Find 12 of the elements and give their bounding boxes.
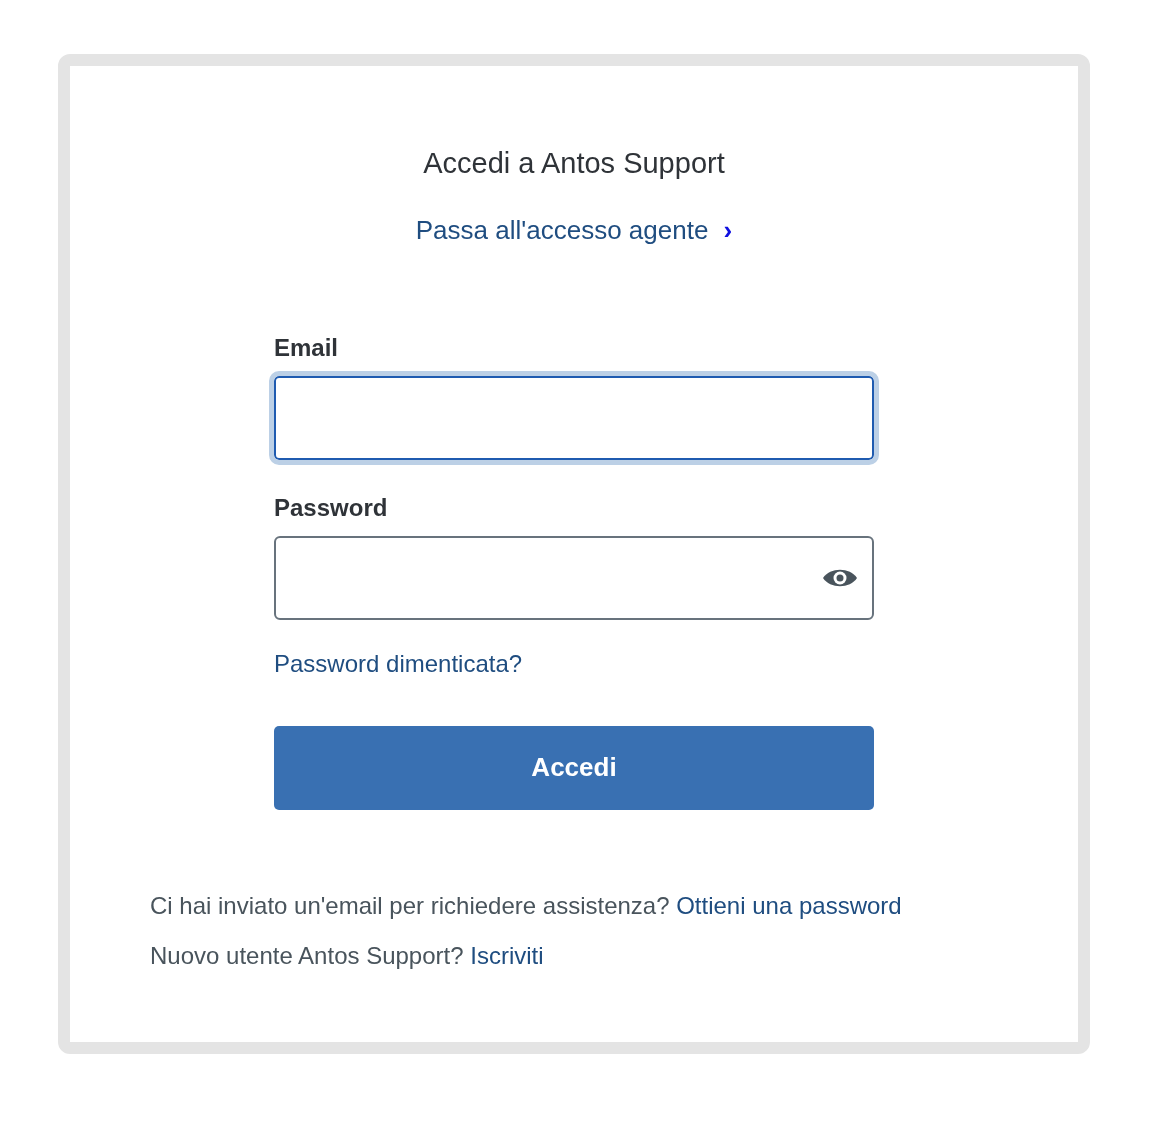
- footer-link[interactable]: Ottieni una password: [676, 891, 902, 919]
- password-field[interactable]: [274, 535, 874, 620]
- field-label: Password: [274, 492, 389, 523]
- forgot-password-link[interactable]: Password dimenticata?: [274, 645, 523, 682]
- agent-login-link[interactable]: Passa all'accesso agente ›: [415, 214, 733, 245]
- login-title: Accedi a Antos Support: [422, 146, 726, 181]
- login-button[interactable]: Accedi: [274, 725, 874, 810]
- email-field[interactable]: [269, 370, 879, 465]
- footer-link[interactable]: Iscriviti: [470, 941, 544, 969]
- footer-text: Ci hai inviato un'email per richiedere assistenza? Ottieni una password: [150, 890, 903, 921]
- field-label: Email: [274, 332, 340, 363]
- footer-text: Nuovo utente Antos Support? Iscriviti: [150, 940, 545, 971]
